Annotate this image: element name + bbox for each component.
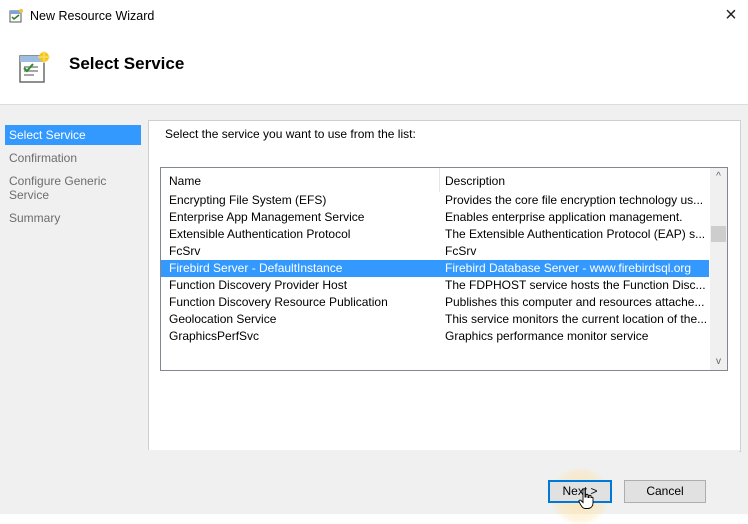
vertical-scrollbar[interactable]: ^ v [710,168,727,370]
column-header-name[interactable]: Name [169,174,201,188]
list-item[interactable]: FcSrv FcSrv [161,243,709,260]
scroll-down-icon[interactable]: v [710,353,727,370]
service-description: FcSrv [445,244,477,258]
service-description: This service monitors the current locati… [445,312,707,326]
service-name: Firebird Server - DefaultInstance [169,261,343,275]
next-button[interactable]: Next > [548,480,612,503]
content-panel: Select the service you want to use from … [148,120,741,452]
wizard-body: Select Service Confirmation Configure Ge… [0,105,748,524]
service-rows: Encrypting File System (EFS) Provides the… [161,192,709,345]
page-title: Select Service [69,54,185,73]
list-item[interactable]: Geolocation Service This service monitors… [161,311,709,328]
service-description: Provides the core file encryption techno… [445,193,704,207]
service-description: Publishes this computer and resources at… [445,295,705,309]
service-description: Graphics performance monitor service [445,329,649,343]
list-item[interactable]: Extensible Authentication Protocol The Ex… [161,226,709,243]
scroll-thumb[interactable] [711,226,726,242]
service-name: Function Discovery Resource Publication [169,295,388,309]
title-bar: New Resource Wizard × [0,0,748,30]
service-name: Enterprise App Management Service [169,210,365,224]
service-description: The FDPHOST service hosts the Function D… [445,278,706,292]
close-icon[interactable]: × [714,0,748,30]
service-description: Firebird Database Server - www.firebirds… [445,261,692,275]
column-divider[interactable] [439,168,440,192]
list-item[interactable]: Function Discovery Provider Host The FDPH… [161,277,709,294]
service-description: The Extensible Authentication Protocol (… [445,227,706,241]
column-header-description[interactable]: Description [445,174,505,188]
list-item[interactable]: Firebird Server - DefaultInstance Firebir… [161,260,709,277]
service-name: Encrypting File System (EFS) [169,193,327,207]
list-item[interactable]: Encrypting File System (EFS) Provides the… [161,192,709,209]
window-title: New Resource Wizard [30,9,155,23]
service-name: Geolocation Service [169,312,277,326]
service-name: FcSrv [169,244,201,258]
wizard-page-icon [19,51,50,83]
instruction-text: Select the service you want to use from … [165,127,416,141]
button-bar: Next > Cancel [148,450,739,524]
nav-step-select-service[interactable]: Select Service [5,125,141,145]
service-description: Enables enterprise application managemen… [445,210,683,224]
service-list[interactable]: Name Description Encrypting File System … [160,167,728,371]
nav-step-configure-generic-service[interactable]: Configure Generic Service [5,171,141,205]
wizard-header: Select Service [0,30,748,105]
list-header: Name Description [161,168,709,192]
cancel-button[interactable]: Cancel [624,480,706,503]
list-item[interactable]: GraphicsPerfSvc Graphics performance moni… [161,328,709,345]
nav-step-confirmation[interactable]: Confirmation [5,148,141,168]
list-item[interactable]: Function Discovery Resource Publication P… [161,294,709,311]
list-item[interactable]: Enterprise App Management Service Enables… [161,209,709,226]
wizard-steps-nav: Select Service Confirmation Configure Ge… [5,125,141,231]
scroll-up-icon[interactable]: ^ [710,168,727,185]
service-name: Function Discovery Provider Host [169,278,348,292]
service-name: Extensible Authentication Protocol [169,227,351,241]
nav-step-summary[interactable]: Summary [5,208,141,228]
service-name: GraphicsPerfSvc [169,329,260,343]
wizard-app-icon [9,9,23,23]
